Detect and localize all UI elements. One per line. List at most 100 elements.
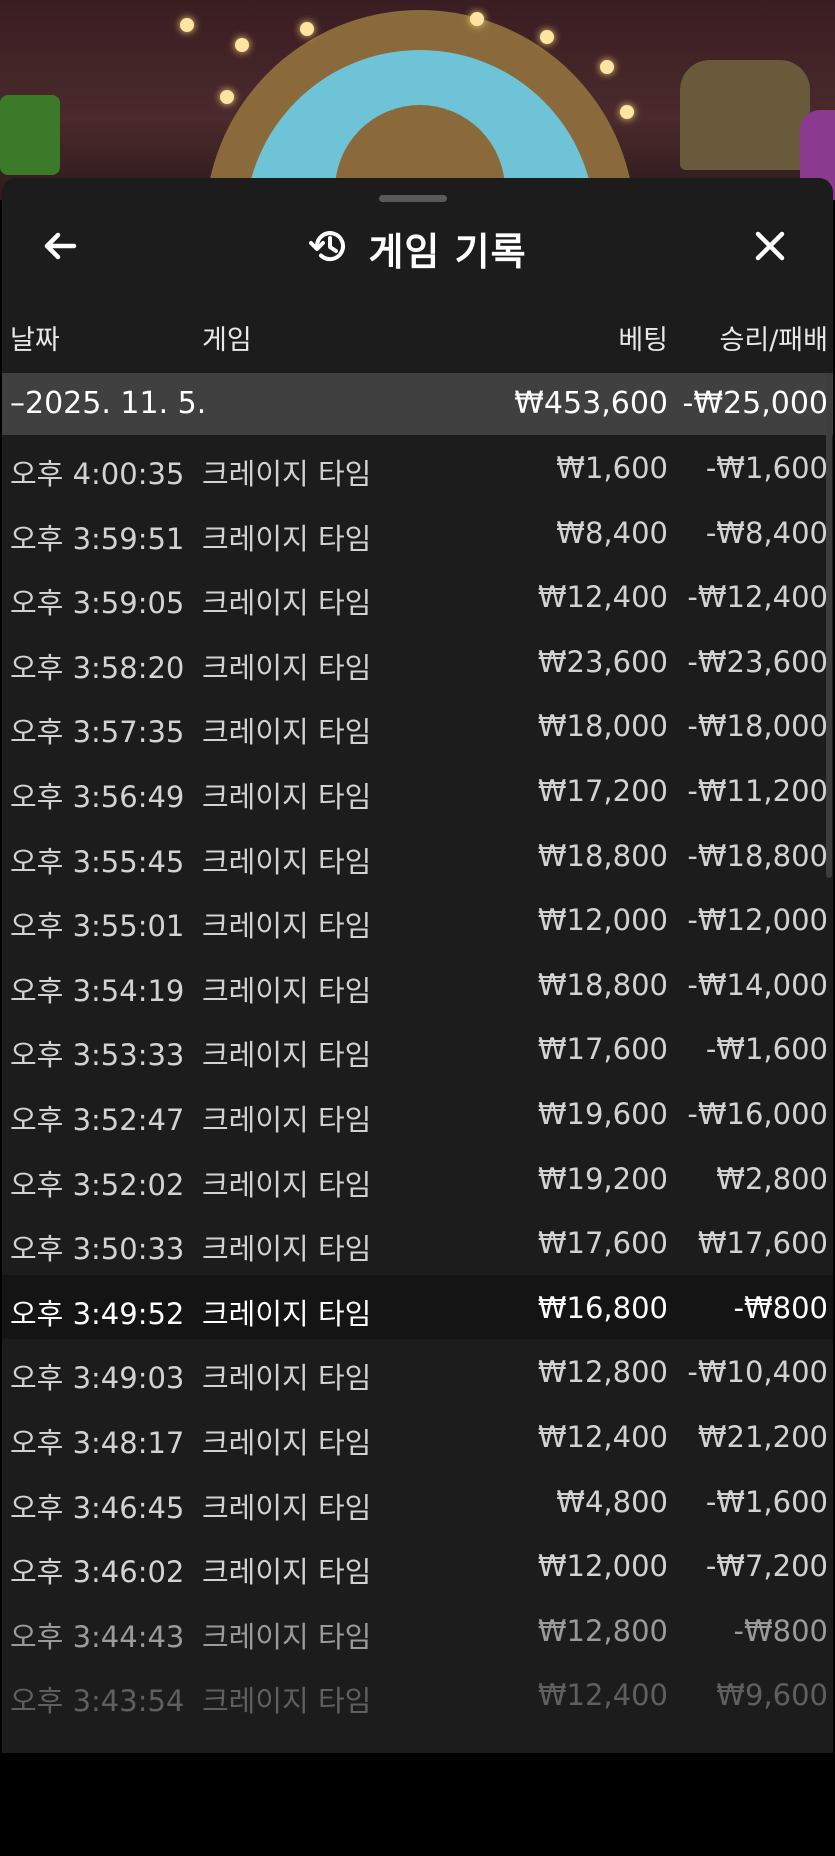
history-icon: [308, 225, 350, 271]
history-row[interactable]: 오후 3:55:45 크레이지 타임 ₩18,800 -₩18,800: [2, 823, 833, 888]
history-row[interactable]: 오후 3:43:54 크레이지 타임 ₩12,400 ₩9,600: [2, 1662, 833, 1727]
row-result: -₩10,400: [687, 1355, 828, 1390]
history-row[interactable]: 오후 3:46:02 크레이지 타임 ₩12,000 -₩7,200: [2, 1533, 833, 1598]
column-header-date: 날짜: [10, 325, 60, 356]
row-bet: ₩12,000: [537, 903, 668, 938]
row-game: 크레이지 타임: [202, 1684, 372, 1719]
row-game: 크레이지 타임: [202, 586, 372, 621]
row-time: 오후 3:43:54: [10, 1684, 185, 1719]
row-result: -₩800: [733, 1290, 829, 1325]
row-game: 크레이지 타임: [202, 1619, 372, 1654]
row-bet: ₩18,800: [537, 967, 668, 1002]
history-row[interactable]: 오후 3:56:49 크레이지 타임 ₩17,200 -₩11,200: [2, 758, 833, 823]
row-time: 오후 3:56:49: [10, 779, 185, 814]
row-result: -₩11,200: [687, 773, 828, 808]
light-bulb: [220, 90, 234, 104]
history-row[interactable]: 오후 3:48:17 크레이지 타임 ₩12,400 ₩21,200: [2, 1404, 833, 1469]
history-row[interactable]: 오후 3:54:19 크레이지 타임 ₩18,800 -₩14,000: [2, 952, 833, 1017]
row-result: ₩9,600: [716, 1678, 828, 1713]
row-game: 크레이지 타임: [202, 1296, 372, 1331]
row-game: 크레이지 타임: [202, 1038, 372, 1073]
row-game: 크레이지 타임: [202, 909, 372, 944]
row-time: 오후 3:48:17: [10, 1425, 185, 1460]
row-result: -₩7,200: [705, 1549, 828, 1584]
row-time: 오후 3:44:43: [10, 1619, 185, 1654]
row-result: -₩800: [733, 1613, 829, 1648]
row-bet: ₩12,400: [537, 1419, 668, 1454]
close-button[interactable]: [742, 220, 798, 276]
row-game: 크레이지 타임: [202, 1490, 372, 1525]
row-bet: ₩18,000: [537, 709, 668, 744]
history-row[interactable]: 오후 3:44:43 크레이지 타임 ₩12,800 -₩800: [2, 1598, 833, 1663]
history-list: 오후 4:00:35 크레이지 타임 ₩1,600 -₩1,600 오후 3:59:5…: [2, 435, 833, 1727]
history-row[interactable]: 오후 3:55:01 크레이지 타임 ₩12,000 -₩12,000: [2, 887, 833, 952]
row-time: 오후 3:52:02: [10, 1167, 185, 1202]
light-bulb: [620, 105, 634, 119]
row-bet: ₩17,600: [537, 1226, 668, 1261]
history-row-selected[interactable]: 오후 3:49:52 크레이지 타임 ₩16,800 -₩800: [2, 1274, 833, 1340]
history-row[interactable]: 오후 3:57:35 크레이지 타임 ₩18,000 -₩18,000: [2, 693, 833, 758]
row-bet: ₩12,400: [537, 1678, 668, 1713]
column-headers: 날짜 게임 베팅 승리/패배: [2, 318, 833, 362]
light-bulb: [235, 38, 249, 52]
history-row[interactable]: 오후 3:52:47 크레이지 타임 ₩19,600 -₩16,000: [2, 1081, 833, 1146]
row-bet: ₩4,800: [556, 1484, 668, 1519]
row-bet: ₩23,600: [537, 644, 668, 679]
row-bet: ₩17,600: [537, 1032, 668, 1067]
row-time: 오후 3:46:02: [10, 1555, 185, 1590]
history-row[interactable]: 오후 4:00:35 크레이지 타임 ₩1,600 -₩1,600: [2, 435, 833, 500]
history-row[interactable]: 오후 3:52:02 크레이지 타임 ₩19,200 ₩2,800: [2, 1146, 833, 1211]
row-result: -₩1,600: [705, 1032, 828, 1067]
row-bet: ₩12,800: [537, 1613, 668, 1648]
row-bet: ₩1,600: [556, 451, 668, 485]
row-game: 크레이지 타임: [202, 1555, 372, 1590]
history-row[interactable]: 오후 3:58:20 크레이지 타임 ₩23,600 -₩23,600: [2, 629, 833, 694]
row-bet: ₩19,200: [537, 1161, 668, 1196]
game-history-sheet: 게임 기록 날짜 게임 베팅 승리/패배 –2025. 11. 5. ₩453,…: [2, 178, 833, 1753]
history-row[interactable]: 오후 3:53:33 크레이지 타임 ₩17,600 -₩1,600: [2, 1016, 833, 1081]
row-result: ₩17,600: [697, 1226, 828, 1261]
background-object-left: [0, 95, 60, 175]
row-time: 오후 3:52:47: [10, 1102, 185, 1137]
row-game: 크레이지 타임: [202, 1102, 372, 1137]
light-bulb: [180, 18, 194, 32]
history-row[interactable]: 오후 3:59:51 크레이지 타임 ₩8,400 -₩8,400: [2, 500, 833, 565]
row-time: 오후 3:59:05: [10, 586, 185, 621]
row-time: 오후 3:49:52: [10, 1296, 185, 1331]
history-row[interactable]: 오후 3:49:03 크레이지 타임 ₩12,800 -₩10,400: [2, 1339, 833, 1404]
row-result: -₩14,000: [687, 967, 828, 1002]
row-result: -₩18,000: [687, 709, 828, 744]
column-header-game: 게임: [202, 325, 252, 356]
column-header-result: 승리/패배: [719, 325, 828, 356]
row-time: 오후 3:54:19: [10, 973, 185, 1008]
row-result: -₩12,400: [687, 580, 828, 615]
drag-handle[interactable]: [379, 195, 447, 202]
history-row[interactable]: 오후 3:46:45 크레이지 타임 ₩4,800 -₩1,600: [2, 1469, 833, 1534]
light-bulb: [600, 60, 614, 74]
row-result: -₩23,600: [687, 644, 828, 679]
row-game: 크레이지 타임: [202, 650, 372, 685]
page-title: 게임 기록: [368, 229, 527, 274]
scrollbar[interactable]: [826, 373, 832, 878]
group-bet-total: ₩453,600: [514, 386, 668, 421]
row-bet: ₩12,000: [537, 1549, 668, 1584]
row-result: -₩1,600: [705, 1484, 828, 1519]
group-date: –2025. 11. 5.: [10, 386, 207, 421]
row-result: -₩8,400: [705, 515, 828, 550]
light-bulb: [470, 12, 484, 26]
column-header-bet: 베팅: [618, 325, 668, 356]
history-row[interactable]: 오후 3:50:33 크레이지 타임 ₩17,600 ₩17,600: [2, 1210, 833, 1275]
history-row[interactable]: 오후 3:59:05 크레이지 타임 ₩12,400 -₩12,400: [2, 564, 833, 629]
row-time: 오후 3:53:33: [10, 1038, 185, 1073]
row-game: 크레이지 타임: [202, 1425, 372, 1460]
row-result: -₩12,000: [687, 903, 828, 938]
row-bet: ₩19,600: [537, 1096, 668, 1131]
row-game: 크레이지 타임: [202, 521, 372, 556]
row-game: 크레이지 타임: [202, 973, 372, 1008]
row-time: 오후 3:59:51: [10, 521, 185, 556]
row-result: -₩16,000: [687, 1096, 828, 1131]
close-icon: [750, 226, 790, 270]
date-group-row[interactable]: –2025. 11. 5. ₩453,600 -₩25,000: [2, 373, 833, 435]
light-bulb: [300, 22, 314, 36]
row-game: 크레이지 타임: [202, 1361, 372, 1396]
